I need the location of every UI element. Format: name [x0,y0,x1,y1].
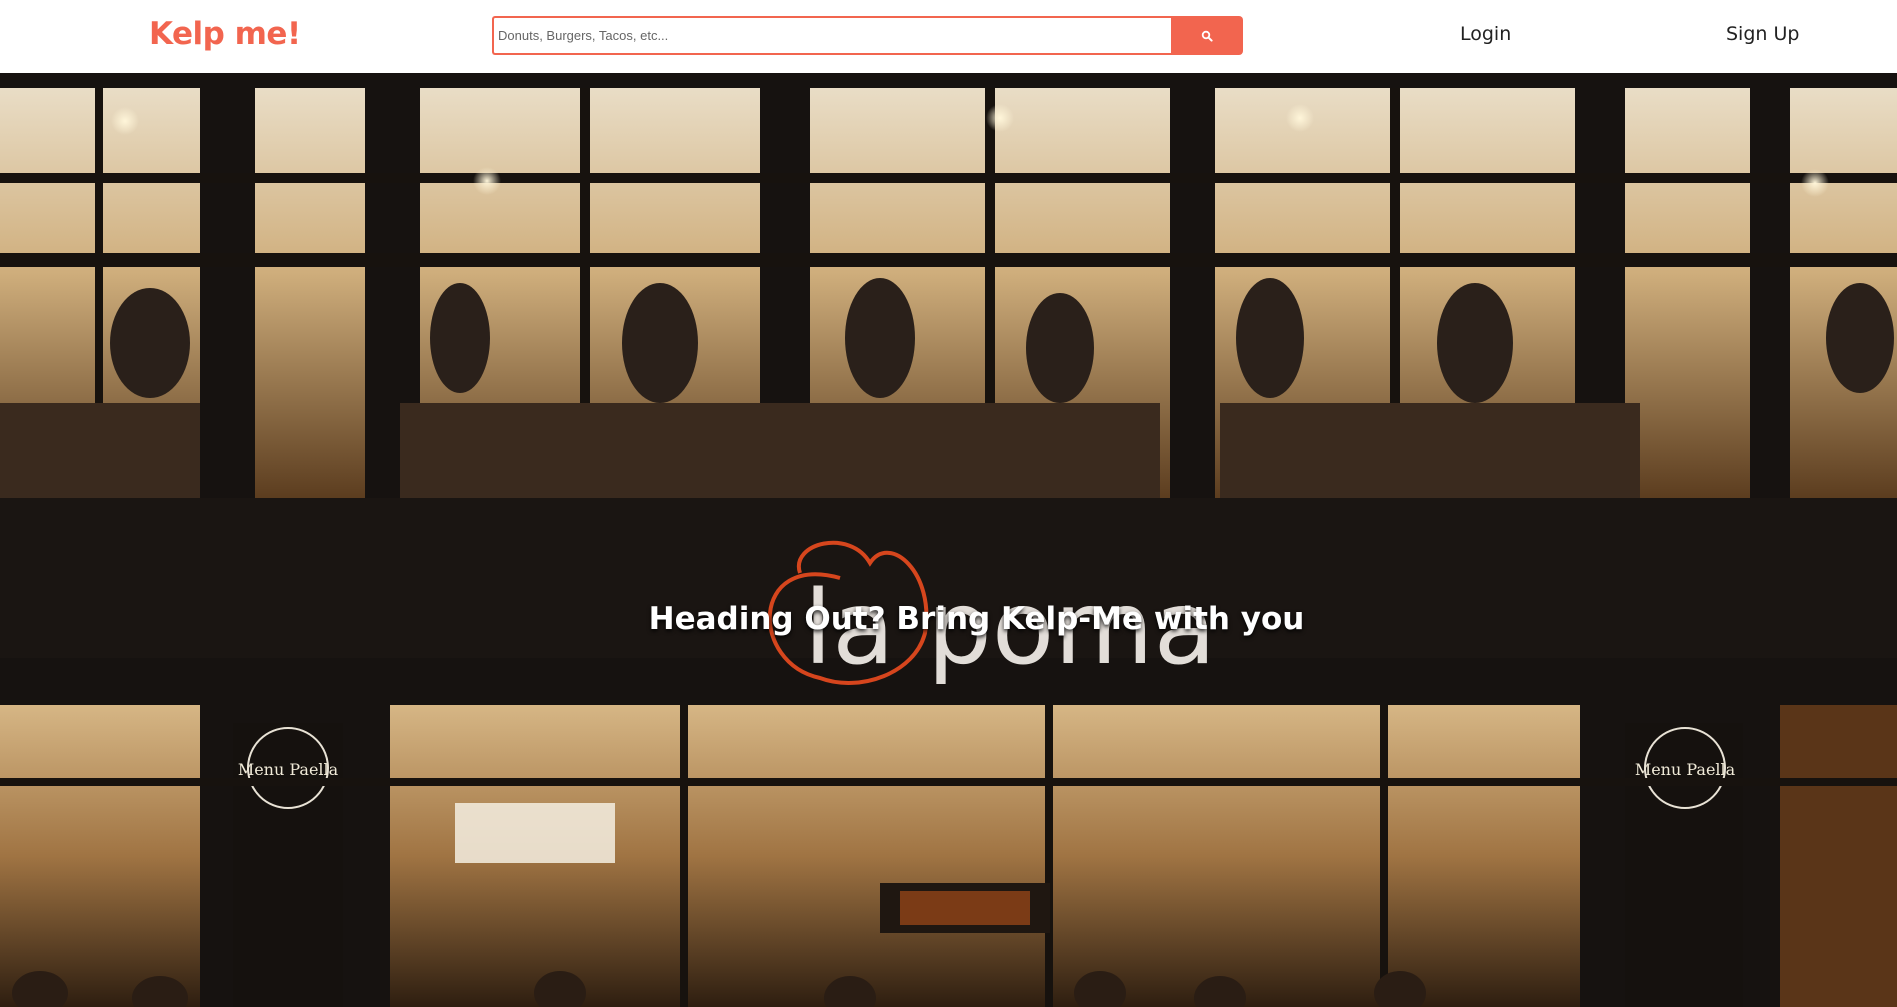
search-icon [1201,30,1213,42]
svg-text:Menu Paella: Menu Paella [1635,760,1736,779]
search-input[interactable] [492,16,1171,55]
svg-text:Menu Paella: Menu Paella [238,760,339,779]
search-button[interactable] [1171,16,1243,55]
hero-heading: Heading Out? Bring Kelp-Me with you [648,601,1305,637]
signup-link[interactable]: Sign Up [1726,23,1799,45]
search-form [492,16,1243,55]
hero-banner: la poma Menu Paella Menu Paella Heading … [0,73,1897,1007]
top-navbar: Kelp me! Login Sign Up [0,0,1897,73]
login-link[interactable]: Login [1460,23,1511,45]
brand-logo[interactable]: Kelp me! [149,16,301,52]
hero-background-image: la poma Menu Paella Menu Paella [0,73,1897,1007]
